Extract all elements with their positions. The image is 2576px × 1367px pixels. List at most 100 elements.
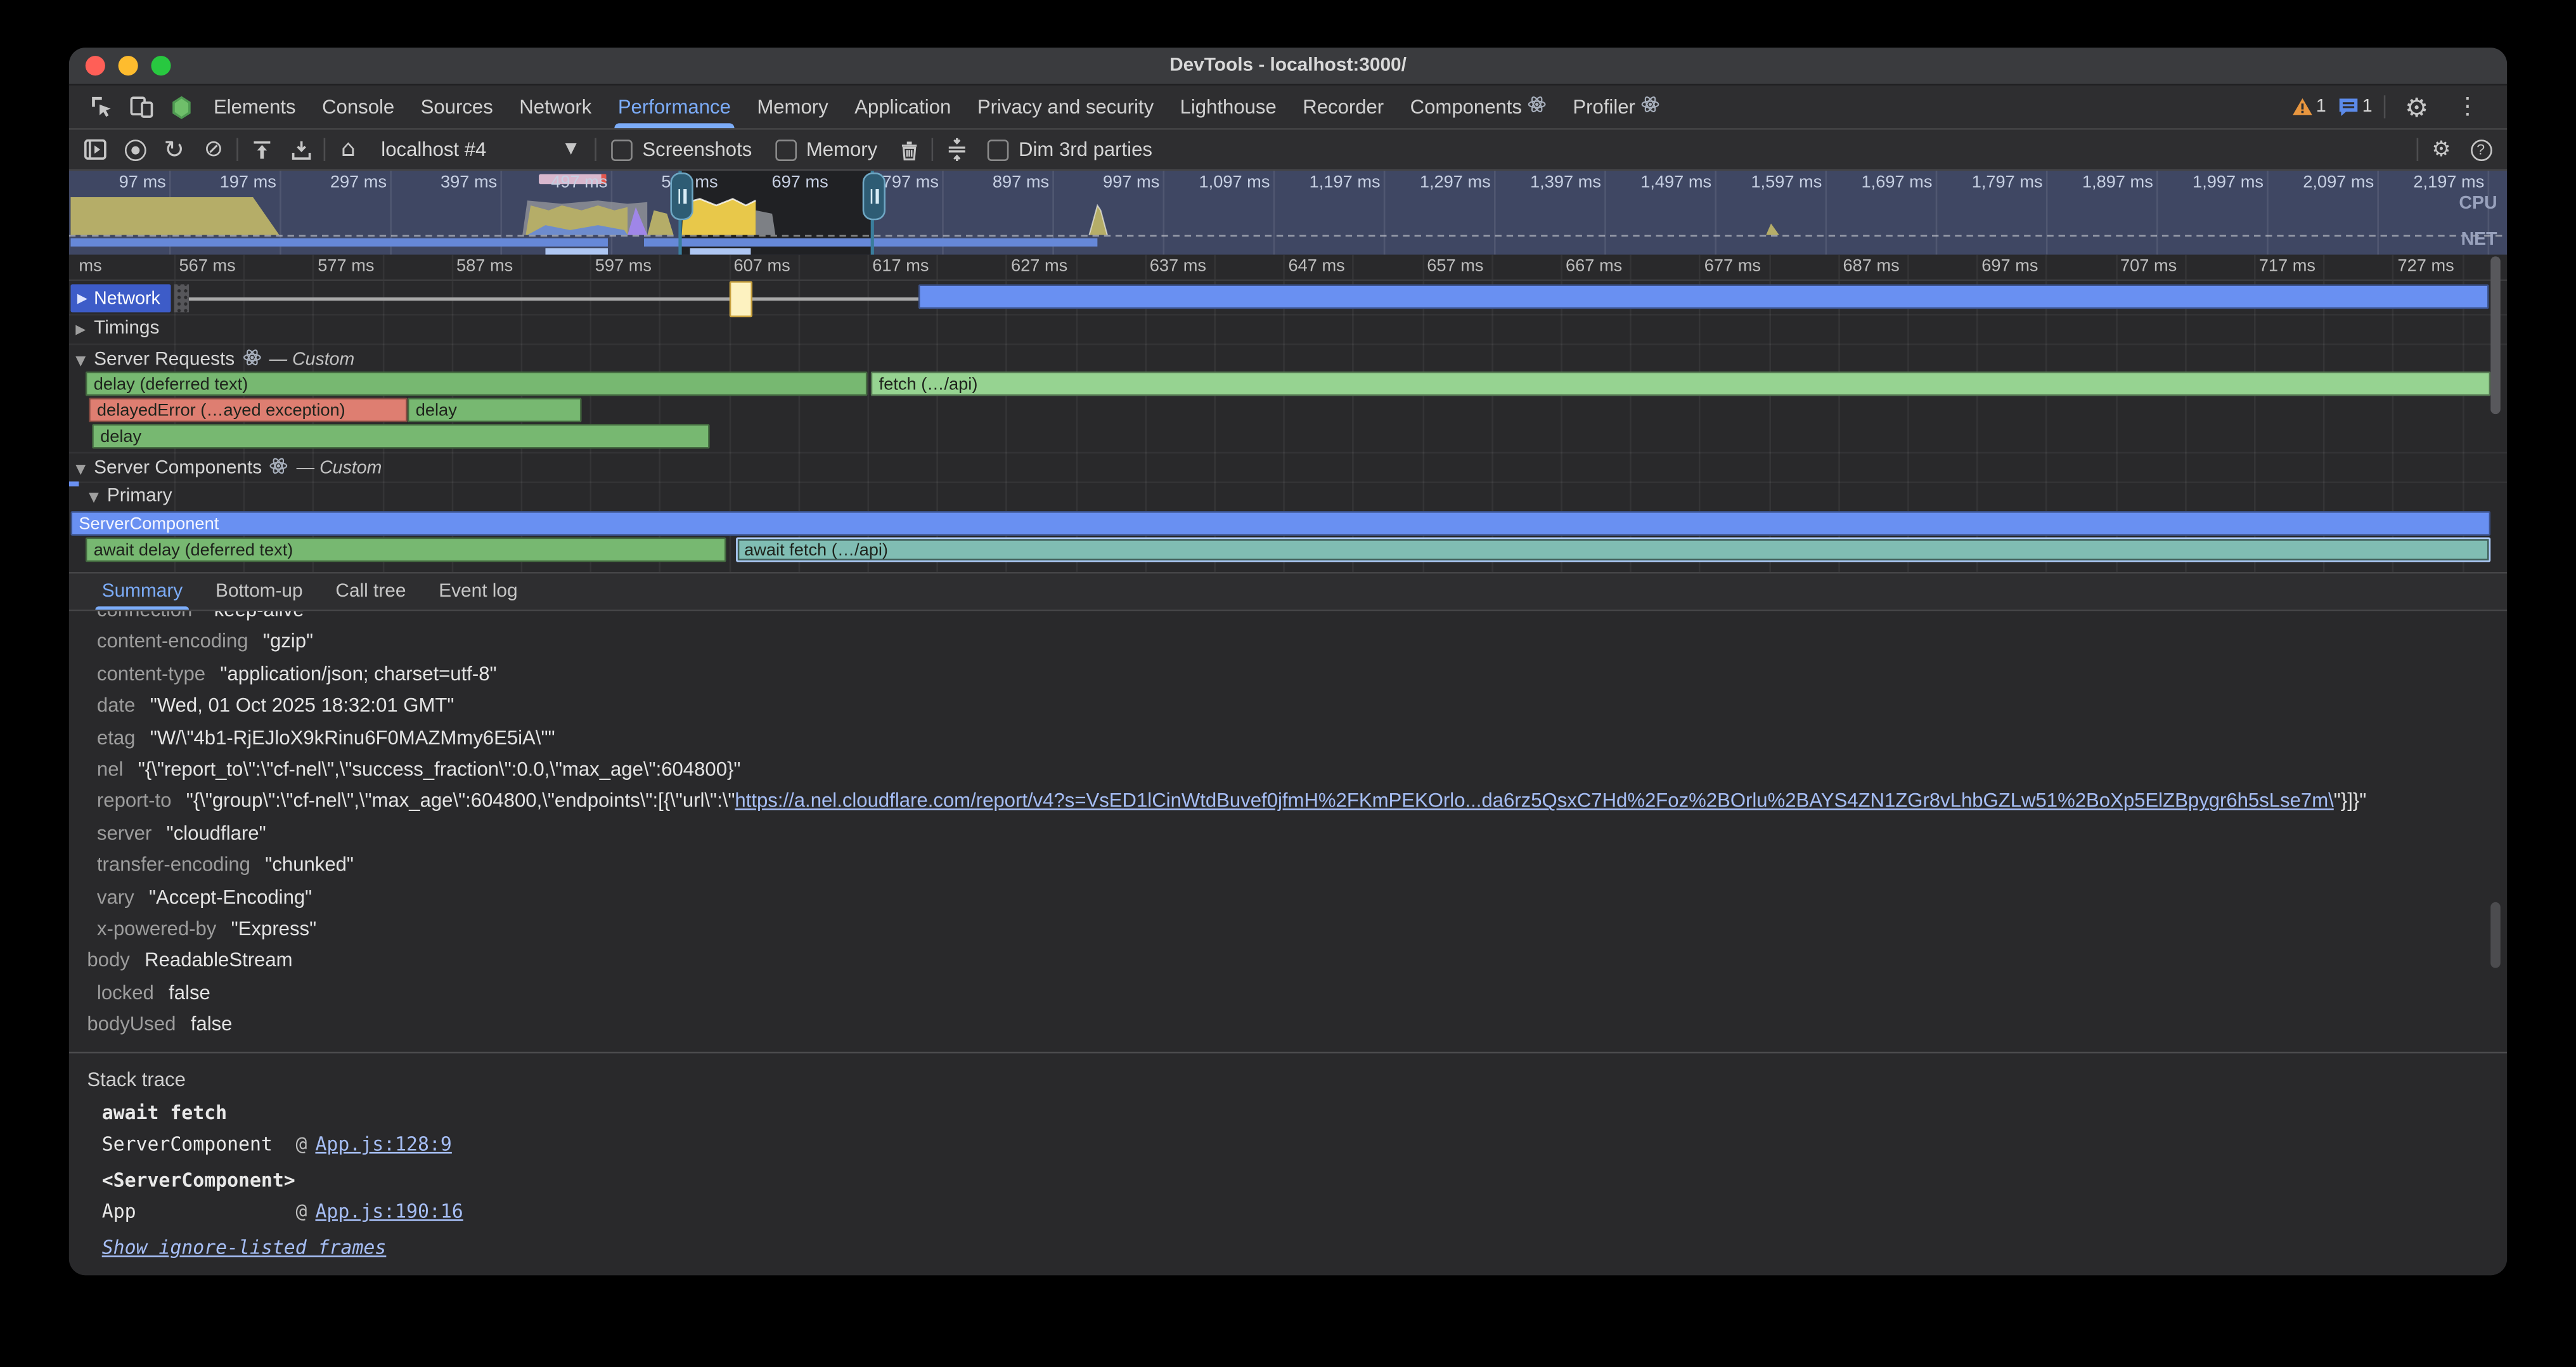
live-metrics-home-icon[interactable]: ⌂	[332, 133, 365, 166]
property-key: bodyUsed	[87, 1013, 176, 1035]
window-right-handle[interactable]	[863, 172, 886, 220]
flame-chart-scrollbar[interactable]	[2490, 256, 2501, 414]
flame-bar-delay[interactable]: delay	[92, 424, 710, 449]
stack-frame-source-link[interactable]: App.js:128:9	[315, 1132, 451, 1155]
stack-frame-function: App	[102, 1196, 296, 1229]
record-button[interactable]	[119, 133, 151, 166]
network-track-header[interactable]: ▶ Network	[70, 284, 170, 312]
flame-bar-delay[interactable]: delay	[408, 398, 582, 422]
inspect-element-icon[interactable]	[82, 87, 122, 126]
property-row-bodyused: bodyUsedfalse	[87, 1009, 2507, 1041]
warnings-badge[interactable]: 1	[2291, 97, 2326, 117]
flame-bar-await-fetch-api[interactable]: await fetch (…/api)	[736, 538, 2490, 562]
show-ignore-listed-frames-link[interactable]: Show ignore-listed frames	[102, 1232, 2507, 1264]
collapse-sections-icon[interactable]	[940, 133, 973, 166]
primary-group-header[interactable]: ▼ Primary	[89, 486, 172, 506]
section-suffix: — Custom	[297, 458, 382, 478]
ruler-tick-label: 667 ms	[1566, 256, 1622, 276]
flame-bar-label: await delay (deferred text)	[94, 541, 293, 560]
details-tab-label: Call tree	[335, 582, 406, 602]
flame-bar-delay-deferred-text[interactable]: delay (deferred text)	[86, 372, 868, 396]
timings-track-header[interactable]: ▶Timings	[75, 319, 159, 339]
tab-components[interactable]: Components	[1397, 86, 1560, 128]
kebab-menu-icon[interactable]: ⋮	[2448, 87, 2487, 126]
tab-privacy-and-security[interactable]: Privacy and security	[964, 86, 1167, 128]
flame-bar-fetch-api[interactable]: fetch (…/api)	[871, 372, 2491, 396]
issues-badge[interactable]: 1	[2338, 97, 2373, 117]
help-icon[interactable]: ?	[2464, 133, 2497, 166]
property-key: nel	[97, 758, 124, 781]
network-request-marker[interactable]	[730, 281, 752, 317]
property-row-transfer-encoding: transfer-encoding"chunked"	[87, 850, 2507, 882]
tab-lighthouse[interactable]: Lighthouse	[1167, 86, 1290, 128]
record-and-reload-button[interactable]: ↻	[158, 133, 191, 166]
details-tab-bottom-up[interactable]: Bottom-up	[199, 574, 319, 610]
tab-sources[interactable]: Sources	[408, 86, 506, 128]
details-scrollbar[interactable]	[2490, 902, 2501, 968]
dim-3rd-parties-label: Dim 3rd parties	[1019, 138, 1152, 161]
device-toolbar-icon[interactable]	[122, 87, 161, 126]
report-to-url-link[interactable]: https://a.nel.cloudflare.com/report/v4?s…	[735, 789, 2333, 812]
server-components-track-header[interactable]: ▼Server Components— Custom	[75, 457, 382, 480]
details-tab-call-tree[interactable]: Call tree	[319, 574, 423, 610]
expand-arrow-icon: ▶	[77, 291, 87, 306]
tab-network[interactable]: Network	[506, 86, 605, 128]
tab-console[interactable]: Console	[309, 86, 408, 128]
detail-time-ruler: ms567 ms577 ms587 ms597 ms607 ms617 ms62…	[69, 255, 2507, 281]
network-request-whisker[interactable]	[181, 297, 918, 300]
tab-label: Profiler	[1573, 95, 1635, 118]
property-key: connection	[97, 611, 192, 621]
property-row-x-powered-by: x-powered-by"Express"	[87, 914, 2507, 945]
network-track-label: Network	[94, 288, 160, 308]
flame-bar-await-delay-deferred-text[interactable]: await delay (deferred text)	[86, 538, 726, 562]
property-row-date: date"Wed, 01 Oct 2025 18:32:01 GMT"	[87, 690, 2507, 722]
ruler-unit-label: ms	[79, 256, 101, 276]
details-tab-summary[interactable]: Summary	[86, 574, 199, 610]
tab-elements[interactable]: Elements	[200, 86, 309, 128]
network-request-bar[interactable]	[918, 284, 2489, 309]
tab-bar-right: 1 1 ⚙ ⋮	[2291, 87, 2494, 126]
screenshots-checkbox[interactable]: Screenshots	[603, 138, 760, 161]
stack-component-label: <ServerComponent>	[102, 1165, 2507, 1197]
property-row-nel: nel"{\"report_to\":\"cf-nel\",\"success_…	[87, 755, 2507, 786]
stack-trace-title: Stack trace	[87, 1068, 2507, 1091]
collect-garbage-icon[interactable]	[892, 133, 925, 166]
memory-checkbox[interactable]: Memory	[767, 138, 886, 161]
property-key: x-powered-by	[97, 917, 216, 940]
collapse-arrow-icon: ▼	[75, 353, 86, 367]
tab-memory[interactable]: Memory	[744, 86, 842, 128]
tab-label: Components	[1410, 95, 1522, 118]
details-tab-event-log[interactable]: Event log	[422, 574, 534, 610]
checkbox-box	[611, 139, 633, 160]
history-select[interactable]: localhost #4 ▼	[371, 138, 588, 161]
tab-application[interactable]: Application	[841, 86, 964, 128]
property-value: "cloudflare"	[167, 822, 266, 845]
collapse-arrow-icon: ▼	[89, 489, 99, 503]
property-row-report-to: report-to"{\"group\":\"cf-nel\",\"max_ag…	[87, 786, 2507, 818]
tab-recorder[interactable]: Recorder	[1290, 86, 1397, 128]
timeline-overview[interactable]: 97 ms197 ms297 ms397 ms497 ms597 ms697 m…	[69, 171, 2507, 255]
window-left-handle[interactable]	[670, 172, 693, 220]
ruler-tick-label: 657 ms	[1427, 256, 1483, 276]
save-profile-icon[interactable]	[284, 133, 317, 166]
ruler-tick-label: 727 ms	[2398, 256, 2454, 276]
react-atom-icon	[1528, 95, 1547, 118]
server-requests-track-header[interactable]: ▼Server Requests— Custom	[75, 348, 354, 371]
network-track-resize-grip[interactable]	[174, 284, 189, 312]
tab-label: Elements	[214, 95, 296, 118]
flame-bar-servercomponent[interactable]: ServerComponent	[70, 511, 2490, 536]
settings-gear-icon[interactable]: ⚙	[2397, 87, 2436, 126]
toggle-sidebar-icon[interactable]	[79, 133, 112, 166]
dim-3rd-parties-checkbox[interactable]: Dim 3rd parties	[979, 138, 1161, 161]
extension-icon[interactable]	[161, 87, 200, 126]
stack-frame-source-link[interactable]: App.js:190:16	[315, 1200, 463, 1223]
flame-bar-label: delay	[416, 401, 457, 420]
tab-profiler[interactable]: Profiler	[1560, 86, 1673, 128]
primary-group-label: Primary	[107, 486, 172, 506]
tab-performance[interactable]: Performance	[605, 86, 744, 128]
clear-button[interactable]: ⊘	[197, 133, 230, 166]
react-atom-icon	[1642, 95, 1660, 118]
capture-settings-gear-icon[interactable]: ⚙	[2425, 133, 2458, 166]
load-profile-icon[interactable]	[245, 133, 278, 166]
flame-bar-delayederror-ayed-exception[interactable]: delayedError (…ayed exception)	[89, 398, 408, 422]
